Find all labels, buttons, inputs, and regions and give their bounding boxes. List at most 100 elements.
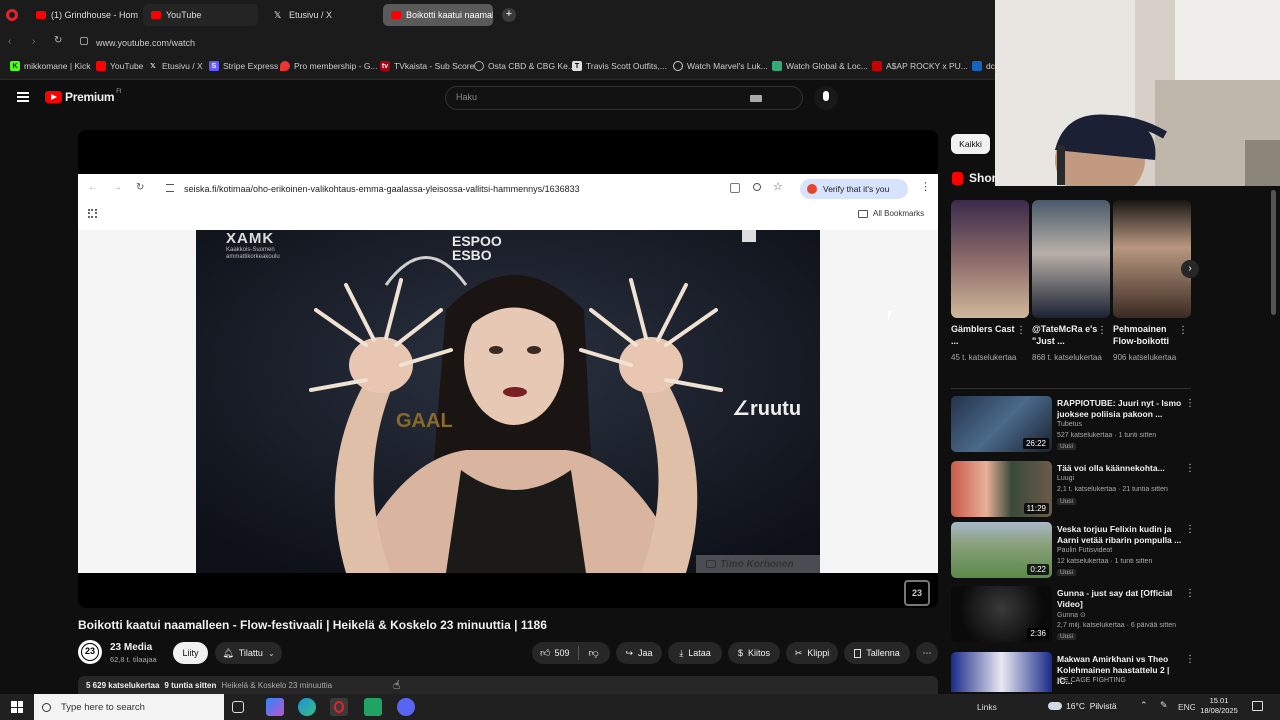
bookmark-travis[interactable]: T Travis Scott Outfits,...: [572, 61, 667, 71]
more-vertical-icon[interactable]: ⋮: [1185, 654, 1191, 665]
dislike-button[interactable]: 👎︎: [588, 647, 598, 659]
tab-grindhouse[interactable]: (1) Grindhouse - Home of: [28, 4, 138, 26]
shorts-next-button[interactable]: ›: [1181, 260, 1199, 278]
bookmark-youtube[interactable]: YouTube: [96, 61, 143, 71]
video-title: Tää voi olla käännekohta...: [1057, 463, 1165, 473]
tab-active-video[interactable]: Boikotti kaatui naamallee: [383, 4, 493, 26]
notification-icon[interactable]: [1252, 701, 1263, 711]
like-button[interactable]: 👍︎ 509: [540, 647, 569, 659]
taskbar-search-input[interactable]: Type here to search: [34, 694, 224, 720]
back-icon: ←: [88, 182, 98, 193]
more-vertical-icon[interactable]: ⋮: [1178, 325, 1188, 336]
filter-chip-all[interactable]: Kaikki: [951, 134, 990, 154]
list-item[interactable]: Makwan Amirkhani vs Theo Kolehmainen haa…: [951, 652, 1191, 692]
bookmark-cbd[interactable]: Osta CBD & CBG Ke...: [474, 61, 575, 71]
series-link[interactable]: Heikelä & Koskelo 23 minuuttia: [221, 681, 332, 690]
bookmark-kick[interactable]: Kmikkomane | Kick: [10, 61, 90, 71]
new-tab-button[interactable]: +: [502, 8, 516, 22]
search-input[interactable]: Haku: [445, 86, 1248, 110]
back-icon[interactable]: ‹: [8, 36, 11, 47]
description-box[interactable]: 5 629 katselukertaa 9 tuntia sitten Heik…: [78, 676, 938, 694]
voice-search-button[interactable]: [814, 86, 838, 110]
video-meta: 2,7 milj. katselukertaa · 6 päivää sitte…: [1057, 622, 1177, 629]
video-meta: 12 katselukertaa · 1 tunti sitten: [1057, 558, 1153, 565]
share-button[interactable]: ↪ Jaa: [616, 642, 662, 664]
short-title[interactable]: Pehmoainen Flow-boikotti: [1113, 323, 1183, 347]
more-vertical-icon[interactable]: ⋮: [1185, 463, 1195, 474]
short-title[interactable]: @TateMcRa e's "Just ...: [1032, 323, 1102, 347]
thumbs-up-icon: 👍︎: [540, 648, 551, 659]
more-vertical-icon[interactable]: ⋮: [1185, 588, 1195, 599]
video-title: Boikotti kaatui naamalleen - Flow-festiv…: [78, 618, 547, 632]
page-scrollbar[interactable]: [1271, 190, 1276, 315]
channel-watermark[interactable]: 23: [904, 580, 930, 606]
thanks-button[interactable]: $ Kiitos: [728, 642, 780, 664]
short-thumbnail[interactable]: [1113, 200, 1191, 318]
logo-country: FI: [116, 89, 122, 95]
bookmark-tvkaista[interactable]: tv TVkaista - Sub Score: [380, 61, 474, 71]
bell-icon: 🔔︎: [222, 647, 234, 658]
upload-time: 9 tuntia sitten: [164, 680, 217, 690]
list-item[interactable]: 26:22 RAPPIOTUBE: Juuri nyt - Ismo juoks…: [951, 396, 1195, 454]
spreadsheet-icon[interactable]: [364, 698, 382, 716]
site-info-icon[interactable]: [80, 37, 88, 45]
windows-start-icon[interactable]: [11, 701, 23, 713]
channel-name[interactable]: 23 Media: [110, 642, 152, 653]
short-thumbnail[interactable]: [951, 200, 1029, 318]
discord-icon[interactable]: [397, 698, 415, 716]
youtube-logo[interactable]: Premium FI: [45, 89, 122, 104]
reload-icon[interactable]: ↻: [54, 35, 62, 46]
sponsor-logo-espoo: ESPOO ESBO: [452, 233, 502, 263]
youtube-play-icon: [45, 91, 62, 103]
download-icon: ⤓: [679, 647, 684, 658]
bookmark-dc[interactable]: dc: [972, 61, 995, 71]
menu-icon[interactable]: [17, 92, 29, 102]
short-title[interactable]: Gämblers Cast ...: [951, 323, 1021, 347]
channel-avatar[interactable]: 23: [78, 640, 102, 664]
all-bookmarks-label: All Bookmarks: [873, 209, 925, 218]
weather-widget[interactable]: 16°C Pilvistä: [1048, 701, 1117, 711]
bookmark-global[interactable]: Watch Global & Loc...: [772, 61, 868, 71]
keyboard-icon[interactable]: [750, 95, 762, 102]
clip-button[interactable]: ✂ Klippi: [786, 642, 838, 664]
ruutu-mark-icon: ∠: [732, 398, 750, 420]
more-vertical-icon[interactable]: ⋮: [1185, 398, 1195, 409]
tab-youtube[interactable]: YouTube: [143, 4, 258, 26]
tab-x[interactable]: 𝕏 Etusivu / X: [266, 4, 378, 26]
bookmark-asap[interactable]: A$AP ROCKY x PU...: [872, 61, 968, 71]
bookmark-x[interactable]: 𝕏 Etusivu / X: [148, 61, 202, 71]
bookmark-stripe[interactable]: S Stripe Express: [209, 61, 278, 71]
more-vertical-icon[interactable]: ⋮: [1097, 325, 1107, 336]
divider: [578, 646, 580, 660]
location-pin-icon: [280, 61, 290, 71]
x-logo-icon: 𝕏: [150, 63, 156, 70]
opera-icon[interactable]: [6, 9, 18, 21]
opera-icon[interactable]: [330, 698, 348, 716]
save-button[interactable]: Tallenna: [844, 642, 910, 664]
edge-icon[interactable]: [298, 698, 316, 716]
clock[interactable]: 15.01 18/08/2025: [1195, 696, 1243, 716]
video-player[interactable]: ← → ↻ seiska.fi/kotimaa/oho-erikoinen-va…: [78, 130, 938, 608]
list-item[interactable]: 2:36 Gunna - just say dat [Official Vide…: [951, 586, 1195, 644]
links-toolbar[interactable]: Links: [977, 702, 997, 712]
chevron-up-icon[interactable]: ⌃: [1140, 700, 1148, 711]
more-vertical-icon[interactable]: ⋮: [1016, 325, 1026, 336]
more-actions-button[interactable]: ⋯: [916, 642, 938, 664]
download-button[interactable]: ⤓ Lataa: [668, 642, 722, 664]
edit-icon[interactable]: ✎: [1160, 700, 1168, 711]
bookmark-pro-membership[interactable]: Pro membership - G...: [280, 61, 378, 71]
bookmark-marvel[interactable]: Watch Marvel's Luk...: [673, 61, 768, 71]
forward-icon[interactable]: ›: [32, 36, 35, 47]
puma-icon: [872, 61, 882, 71]
task-view-icon[interactable]: [232, 701, 244, 713]
list-item[interactable]: 11:29 Tää voi olla käännekohta... Luugi …: [951, 461, 1195, 519]
short-thumbnail[interactable]: [1032, 200, 1110, 318]
join-button[interactable]: Liity: [173, 642, 208, 664]
more-vertical-icon[interactable]: ⋮: [1185, 524, 1195, 535]
list-item[interactable]: 0:22 Veska torjuu Felixin kudin ja Aarni…: [951, 522, 1195, 580]
copilot-icon[interactable]: [266, 698, 284, 716]
address-input[interactable]: www.youtube.com/watch: [96, 38, 195, 48]
language-indicator[interactable]: ENG: [1178, 702, 1196, 712]
subscribed-button[interactable]: 🔔︎ Tilattu ⌄: [215, 642, 282, 664]
short-views: 906 katselukertaa: [1113, 353, 1177, 362]
